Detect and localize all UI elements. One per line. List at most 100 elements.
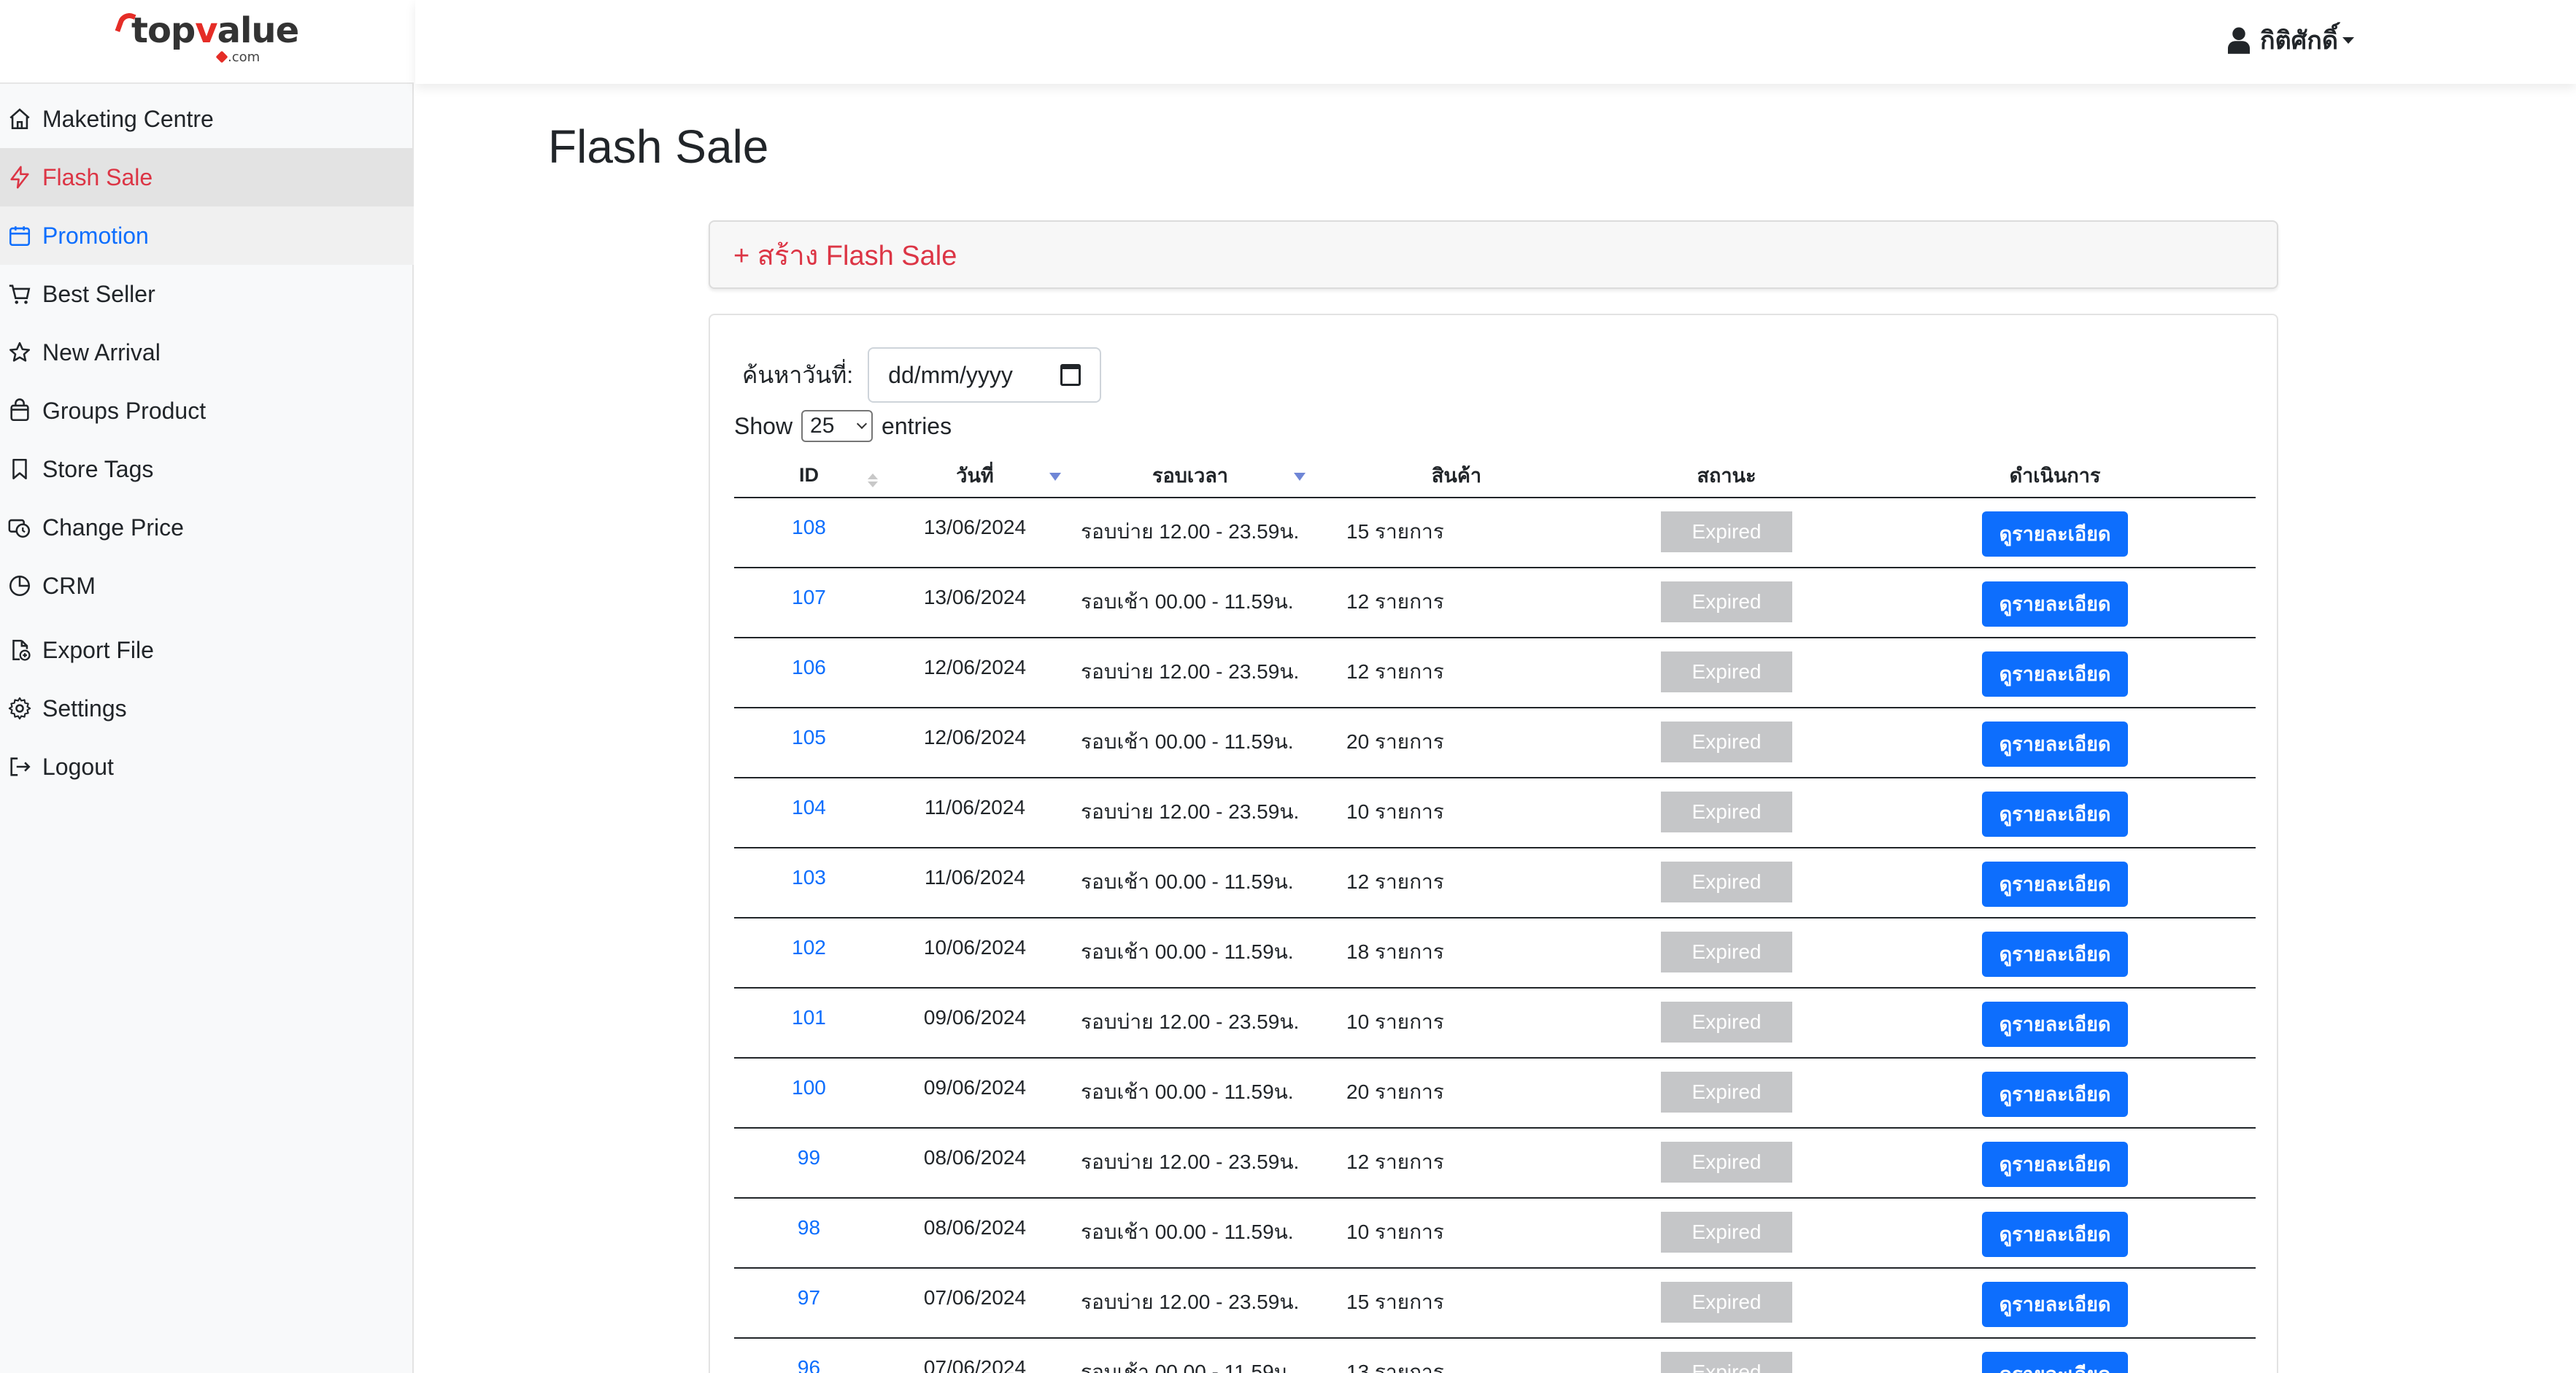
row-time-slot: รอบเช้า 00.00 - 11.59น. (1066, 1338, 1314, 1373)
date-search: ค้นหาวันที่: dd/mm/yyyy (742, 347, 1102, 403)
create-flash-sale-label: + สร้าง Flash Sale (733, 240, 957, 271)
entries-per-page-select[interactable]: 25 (801, 410, 874, 442)
view-details-button[interactable]: ดูรายละเอียด (1982, 1002, 2128, 1047)
row-date: 13/06/2024 (884, 568, 1066, 638)
sidebar-item-best-seller[interactable]: Best Seller (0, 265, 414, 323)
flash-sale-table: ID วันที่ รอบเวลา สินค้า สถานะ ดำเนินการ… (734, 454, 2256, 1373)
row-date: 10/06/2024 (884, 918, 1066, 989)
row-id-link[interactable]: 100 (734, 1058, 884, 1129)
row-product-count: 10 รายการ (1314, 778, 1599, 848)
view-details-button[interactable]: ดูรายละเอียด (1982, 1142, 2128, 1187)
row-status-cell: Expired (1599, 848, 1854, 918)
view-details-button[interactable]: ดูรายละเอียด (1982, 1352, 2128, 1373)
row-product-count: 12 รายการ (1314, 848, 1599, 918)
table-row: 96 07/06/2024 รอบเช้า 00.00 - 11.59น. 13 รา… (734, 1338, 2256, 1373)
row-id-link[interactable]: 97 (734, 1268, 884, 1339)
row-id-link[interactable]: 102 (734, 918, 884, 989)
sidebar-item-label: Logout (42, 753, 114, 780)
row-time-slot: รอบเช้า 00.00 - 11.59น. (1066, 918, 1314, 989)
view-details-button[interactable]: ดูรายละเอียด (1982, 1072, 2128, 1117)
user-menu-dropdown[interactable]: กิติศักดิ์ (2228, 22, 2354, 58)
row-date: 13/06/2024 (884, 498, 1066, 568)
column-header-date[interactable]: วันที่ (884, 454, 1066, 498)
row-date: 07/06/2024 (884, 1268, 1066, 1339)
entries-label: entries (882, 412, 952, 439)
row-date: 12/06/2024 (884, 708, 1066, 778)
sidebar-item-export-file[interactable]: Export File (0, 621, 414, 679)
status-badge: Expired (1661, 1142, 1792, 1183)
view-details-button[interactable]: ดูรายละเอียด (1982, 722, 2128, 767)
chevron-down-icon (2342, 36, 2354, 44)
create-flash-sale-button[interactable]: + สร้าง Flash Sale (709, 220, 2278, 289)
column-header-id[interactable]: ID (734, 454, 884, 498)
row-id-link[interactable]: 99 (734, 1128, 884, 1199)
sidebar-item-groups-product[interactable]: Groups Product (0, 382, 414, 440)
view-details-button[interactable]: ดูรายละเอียด (1982, 651, 2128, 697)
row-id-link[interactable]: 96 (734, 1338, 884, 1373)
table-row: 107 13/06/2024 รอบเช้า 00.00 - 11.59น. 12 ร… (734, 568, 2256, 638)
sidebar-item-label: Store Tags (42, 455, 154, 482)
row-time-slot: รอบเช้า 00.00 - 11.59น. (1066, 1058, 1314, 1129)
chevron-down-icon (856, 418, 868, 430)
sidebar-item-crm[interactable]: CRM (0, 557, 414, 615)
column-header-status[interactable]: สถานะ (1599, 454, 1854, 498)
sidebar-item-marketing-centre[interactable]: Maketing Centre (0, 90, 414, 148)
row-time-slot: รอบบ่าย 12.00 - 23.59น. (1066, 1268, 1314, 1339)
sidebar-item-promotion[interactable]: Promotion (0, 206, 414, 265)
row-status-cell: Expired (1599, 1198, 1854, 1269)
status-badge: Expired (1661, 1352, 1792, 1373)
row-id-link[interactable]: 106 (734, 638, 884, 708)
row-action-cell: ดูรายละเอียด (1854, 988, 2256, 1059)
view-details-button[interactable]: ดูรายละเอียด (1982, 511, 2128, 557)
table-row: 98 08/06/2024 รอบเช้า 00.00 - 11.59น. 10 รา… (734, 1198, 2256, 1269)
sidebar-item-flash-sale[interactable]: Flash Sale (0, 148, 414, 206)
column-header-products[interactable]: สินค้า (1314, 454, 1599, 498)
row-status-cell: Expired (1599, 498, 1854, 568)
view-details-button[interactable]: ดูรายละเอียด (1982, 932, 2128, 977)
view-details-button[interactable]: ดูรายละเอียด (1982, 581, 2128, 627)
logo-wordmark: topvalue (131, 10, 299, 51)
sidebar-item-store-tags[interactable]: Store Tags (0, 440, 414, 498)
sidebar-item-logout[interactable]: Logout (0, 738, 414, 796)
row-product-count: 15 รายการ (1314, 1268, 1599, 1339)
bag-icon (10, 398, 29, 422)
calendar-picker-icon[interactable] (1060, 364, 1081, 386)
row-status-cell: Expired (1599, 1338, 1854, 1373)
row-action-cell: ดูรายละเอียด (1854, 568, 2256, 638)
pie-chart-icon (9, 575, 31, 597)
cart-icon (9, 285, 31, 304)
view-details-button[interactable]: ดูรายละเอียด (1982, 1282, 2128, 1327)
row-id-link[interactable]: 101 (734, 988, 884, 1059)
row-product-count: 20 รายการ (1314, 708, 1599, 778)
row-id-link[interactable]: 107 (734, 568, 884, 638)
date-search-input[interactable]: dd/mm/yyyy (868, 347, 1102, 403)
table-row: 108 13/06/2024 รอบบ่าย 12.00 - 23.59น. 15 ร… (734, 498, 2256, 568)
top-navbar: กิติศักดิ์ (415, 0, 2576, 84)
row-id-link[interactable]: 103 (734, 848, 884, 918)
status-badge: Expired (1661, 1072, 1792, 1113)
sidebar-item-settings[interactable]: Settings (0, 679, 414, 738)
sidebar-item-change-price[interactable]: Change Price (0, 498, 414, 557)
sidebar-item-label: Export File (42, 636, 154, 663)
row-id-link[interactable]: 108 (734, 498, 884, 568)
sidebar: topvalue .com Maketing Centre Flash Sale… (0, 0, 414, 1373)
row-time-slot: รอบเช้า 00.00 - 11.59น. (1066, 1198, 1314, 1269)
row-id-link[interactable]: 104 (734, 778, 884, 848)
view-details-button[interactable]: ดูรายละเอียด (1982, 792, 2128, 837)
table-row: 100 09/06/2024 รอบเช้า 00.00 - 11.59น. 20 ร… (734, 1058, 2256, 1129)
row-status-cell: Expired (1599, 988, 1854, 1059)
row-date: 09/06/2024 (884, 1058, 1066, 1129)
row-status-cell: Expired (1599, 1128, 1854, 1199)
row-product-count: 15 รายการ (1314, 498, 1599, 568)
view-details-button[interactable]: ดูรายละเอียด (1982, 862, 2128, 907)
row-action-cell: ดูรายละเอียด (1854, 1058, 2256, 1129)
row-id-link[interactable]: 98 (734, 1198, 884, 1269)
column-header-time-slot[interactable]: รอบเวลา (1066, 454, 1314, 498)
row-id-link[interactable]: 105 (734, 708, 884, 778)
view-details-button[interactable]: ดูรายละเอียด (1982, 1212, 2128, 1257)
sidebar-item-label: New Arrival (42, 339, 161, 366)
topvalue-logo[interactable]: topvalue .com (115, 9, 299, 66)
sidebar-item-new-arrival[interactable]: New Arrival (0, 323, 414, 382)
logo-domain: .com (228, 50, 261, 65)
row-time-slot: รอบบ่าย 12.00 - 23.59น. (1066, 638, 1314, 708)
